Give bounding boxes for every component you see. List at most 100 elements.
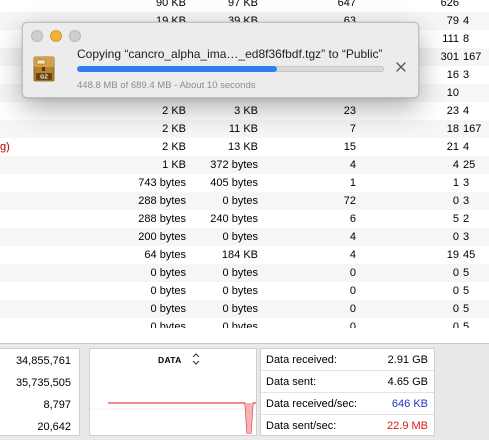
table-cell: 2 KB <box>162 105 186 117</box>
table-cell: 3 <box>463 69 470 81</box>
table-cell: 4 <box>463 105 470 117</box>
table-row[interactable]: 288 bytes 0 bytes 72 0 3 <box>0 192 489 210</box>
table-cell: 0 <box>349 303 356 315</box>
table-cell: 240 bytes <box>210 213 258 225</box>
table-cell: 5 <box>463 303 470 315</box>
table-cell: 2 KB <box>162 141 186 153</box>
packet-count-value: 35,735,505 <box>15 377 71 389</box>
table-row[interactable]: 0 bytes 0 bytes 0 0 5 <box>0 282 489 300</box>
stat-label: Data sent/sec: <box>266 420 337 432</box>
table-cell: 743 bytes <box>138 177 186 189</box>
up-down-chevron-icon[interactable] <box>191 352 201 366</box>
table-cell: 0 <box>452 303 459 315</box>
table-cell: 0 bytes <box>150 285 186 297</box>
table-cell: 167 <box>463 51 482 63</box>
table-row[interactable]: 200 bytes 0 bytes 4 0 3 <box>0 228 489 246</box>
table-cell: 372 bytes <box>210 159 258 171</box>
table-cell: 18 <box>446 123 459 135</box>
table-cell: 626 <box>440 0 459 9</box>
stat-value: 4.65 GB <box>387 376 428 388</box>
table-cell: 1 <box>452 177 459 189</box>
stat-value: 22.9 MB <box>387 420 428 432</box>
stat-row-sent-per-sec: Data sent/sec: 22.9 MB <box>261 415 434 437</box>
table-cell: 200 bytes <box>138 231 186 243</box>
table-cell: 0 bytes <box>222 321 258 328</box>
window-minimize-button[interactable] <box>50 30 62 42</box>
table-cell: 23 <box>343 105 356 117</box>
table-cell: g) <box>0 141 10 153</box>
network-stats-panel: 34,855,761 35,735,505 8,797 20,642 DATA … <box>0 343 489 440</box>
table-cell: 5 <box>463 285 470 297</box>
copy-progress-fill <box>77 66 277 72</box>
packet-count-value: 34,855,761 <box>15 355 71 367</box>
table-cell: 0 bytes <box>222 267 258 279</box>
table-cell: 167 <box>463 123 482 135</box>
archive-icon-label: GZ <box>40 75 48 81</box>
table-cell: 0 <box>452 195 459 207</box>
table-cell: 19 <box>446 249 459 261</box>
table-cell: 0 bytes <box>222 303 258 315</box>
table-row[interactable]: g) 2 KB 13 KB 15 21 4 <box>0 138 489 156</box>
table-cell: 1 KB <box>162 159 186 171</box>
window-zoom-button[interactable] <box>69 30 81 42</box>
table-cell: 0 bytes <box>222 231 258 243</box>
table-row[interactable]: 0 bytes 0 bytes 0 0 5 <box>0 264 489 282</box>
table-cell: 3 <box>463 231 470 243</box>
table-cell: 0 <box>349 285 356 297</box>
table-cell: 64 bytes <box>144 249 186 261</box>
table-row[interactable]: 288 bytes 240 bytes 6 5 2 <box>0 210 489 228</box>
table-row[interactable]: 2 KB 11 KB 7 18 167 <box>0 120 489 138</box>
copy-progress-window: GZ Copying “cancro_alpha_ima…_ed8f36fbdf… <box>22 22 419 98</box>
table-cell: 3 KB <box>234 105 258 117</box>
table-cell: 405 bytes <box>210 177 258 189</box>
table-row[interactable]: 90 KB 97 KB 647 626 <box>0 0 489 12</box>
table-cell: 25 <box>463 159 476 171</box>
table-cell: 4 <box>463 141 470 153</box>
table-cell: 0 <box>452 321 459 328</box>
table-cell: 3 <box>463 177 470 189</box>
packet-count-value: 8,797 <box>43 399 71 411</box>
copy-title: Copying “cancro_alpha_ima…_ed8f36fbdf.tg… <box>77 47 383 61</box>
table-cell: 2 <box>463 213 470 225</box>
table-cell: 2 KB <box>162 123 186 135</box>
window-close-button[interactable] <box>31 30 43 42</box>
table-cell: 0 bytes <box>150 321 186 328</box>
table-cell: 97 KB <box>228 0 258 9</box>
table-cell: 7 <box>349 123 356 135</box>
table-cell: 15 <box>343 141 356 153</box>
table-cell: 1 <box>349 177 356 189</box>
table-cell: 184 KB <box>221 249 258 261</box>
stat-value: 646 KB <box>391 398 428 410</box>
table-cell: 0 bytes <box>222 285 258 297</box>
copy-status-text: 448.8 MB of 689.4 MB - About 10 seconds <box>77 80 256 91</box>
table-cell: 8 <box>463 33 470 45</box>
close-icon[interactable] <box>395 61 407 73</box>
table-row[interactable]: 0 bytes 0 bytes 0 0 5 <box>0 300 489 318</box>
table-row[interactable]: 743 bytes 405 bytes 1 1 3 <box>0 174 489 192</box>
table-row[interactable]: 64 bytes 184 KB 4 19 45 <box>0 246 489 264</box>
table-row[interactable]: 0 bytes 0 bytes 0 0 5 <box>0 318 489 328</box>
tgz-archive-icon: GZ <box>33 56 55 82</box>
table-row[interactable]: 1 KB 372 bytes 4 4 25 <box>0 156 489 174</box>
table-cell: 90 KB <box>156 0 186 9</box>
data-graph-plot <box>90 402 256 434</box>
table-cell: 6 <box>349 213 356 225</box>
table-cell: 0 <box>349 321 356 328</box>
stat-row-sent: Data sent: 4.65 GB <box>261 371 434 393</box>
stat-row-received-per-sec: Data received/sec: 646 KB <box>261 393 434 415</box>
packet-count-value: 20,642 <box>37 421 71 433</box>
copy-progress-bar <box>77 66 384 72</box>
table-cell: 13 KB <box>228 141 258 153</box>
table-row[interactable]: 2 KB 3 KB 23 23 4 <box>0 102 489 120</box>
table-cell: 5 <box>463 267 470 279</box>
table-cell: 4 <box>349 231 356 243</box>
stat-row-received: Data received: 2.91 GB <box>261 349 434 371</box>
table-cell: 4 <box>463 15 470 27</box>
table-cell: 3 <box>463 195 470 207</box>
table-cell: 5 <box>463 321 470 328</box>
table-cell: 0 bytes <box>150 267 186 279</box>
table-cell: 0 <box>452 231 459 243</box>
table-cell: 21 <box>446 141 459 153</box>
table-cell: 0 bytes <box>222 195 258 207</box>
table-cell: 4 <box>349 249 356 261</box>
